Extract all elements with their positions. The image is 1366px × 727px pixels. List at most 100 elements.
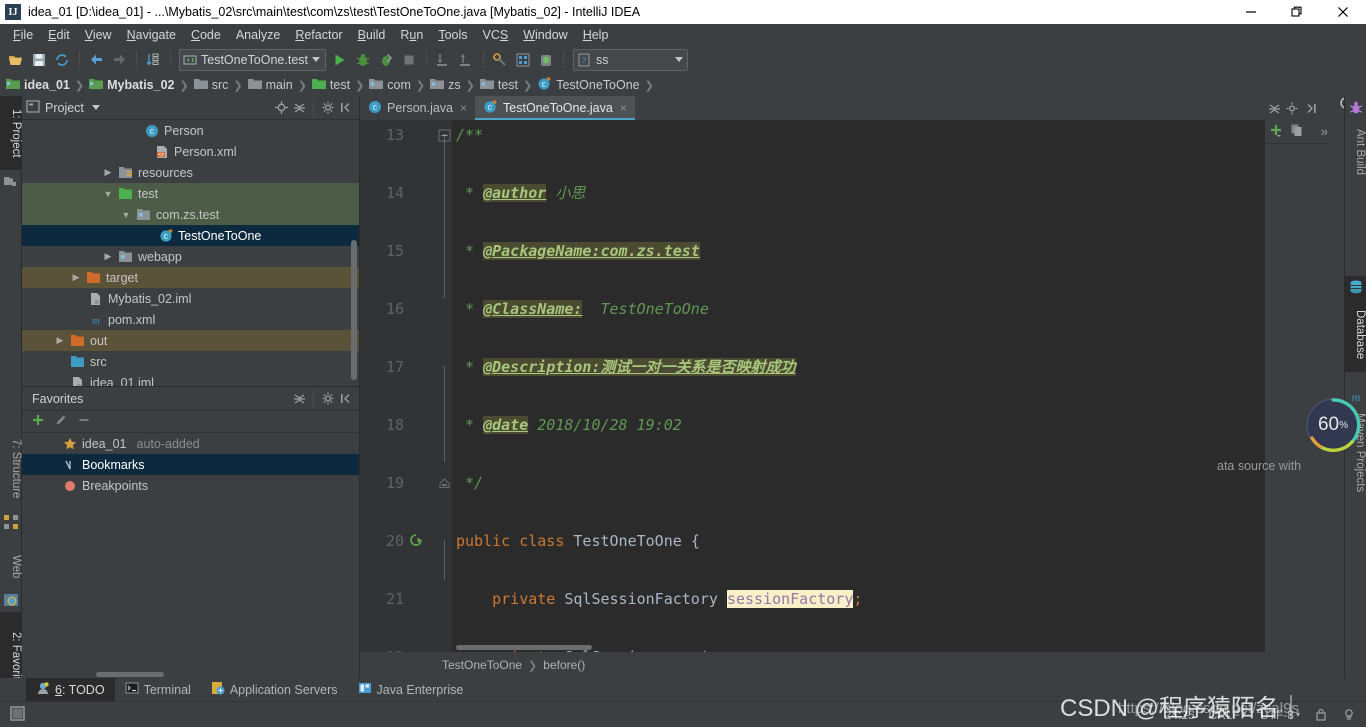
tree-item-out[interactable]: ▶ out (22, 330, 359, 351)
editor-tab-testonetoone-java[interactable]: C TestOneToOne.java × (475, 96, 635, 120)
run-configuration-selector[interactable]: TestOneToOne.test (179, 49, 326, 71)
tree-item-com-zs-test[interactable]: ▼ com.zs.test (22, 204, 359, 225)
edit-pencil-icon[interactable] (54, 413, 68, 430)
collapse-all-icon[interactable] (290, 99, 308, 117)
sidebar-tab-ant-build[interactable]: Ant Build (1344, 116, 1366, 188)
project-tree[interactable]: C Person <> Person.xml ▶ resources (22, 120, 359, 386)
tree-item-person-xml[interactable]: <> Person.xml (22, 141, 359, 162)
breadcrumb-item-src[interactable]: src (194, 78, 229, 93)
menu-analyze[interactable]: Analyze (229, 26, 287, 44)
minimize-icon[interactable] (1228, 0, 1274, 24)
settings-wrench-icon[interactable] (489, 49, 511, 71)
menu-window[interactable]: Window (516, 26, 574, 44)
save-all-icon[interactable] (28, 49, 50, 71)
favorites-item-bookmarks[interactable]: Bookmarks (22, 454, 359, 475)
run-test-gutter-icon[interactable] (408, 533, 424, 549)
back-arrow-icon[interactable] (85, 49, 107, 71)
bug-android-icon[interactable] (535, 49, 557, 71)
file-encoding[interactable]: UTF-8▾ (1260, 708, 1300, 722)
tree-item-target[interactable]: ▶ target (22, 267, 359, 288)
close-icon[interactable]: × (460, 101, 467, 115)
write-access-icon[interactable] (1314, 708, 1328, 722)
forward-arrow-icon[interactable] (108, 49, 130, 71)
tree-item-resources[interactable]: ▶ resources (22, 162, 359, 183)
bottom-tab-application-servers[interactable]: Application Servers (201, 678, 348, 701)
indexing-progress-ring[interactable]: 60% (1303, 395, 1363, 455)
chevron-down-icon[interactable]: ▼ (120, 210, 132, 220)
sidebar-tab-project[interactable]: 1: Project (0, 96, 22, 170)
breadcrumb-item-mybatis02[interactable]: Mybatis_02 (89, 77, 174, 93)
chevron-down-icon[interactable] (92, 105, 100, 110)
favorites-item-breakpoints[interactable]: Breakpoints (22, 475, 359, 496)
chevron-right-icon[interactable]: ▶ (102, 251, 114, 262)
run-icon[interactable] (329, 49, 351, 71)
code-editor[interactable]: 13 /** 14 * @author 小思 15 * @PackageName… (360, 120, 1288, 652)
locate-icon[interactable] (272, 99, 290, 117)
tree-item-webapp[interactable]: ▶ webapp (22, 246, 359, 267)
fold-minus-icon[interactable] (438, 128, 451, 141)
menu-edit[interactable]: Edit (41, 26, 77, 44)
sidebar-tab-structure[interactable]: 7: Structure (0, 426, 22, 512)
add-icon[interactable] (1269, 123, 1283, 140)
editor-horizontal-scrollbar[interactable] (456, 645, 592, 650)
menu-file[interactable]: File (6, 26, 40, 44)
collapse-all-icon[interactable] (290, 390, 308, 408)
menu-tools[interactable]: Tools (431, 26, 474, 44)
favorites-item-idea01[interactable]: idea_01 auto-added (22, 433, 359, 454)
breadcrumb-method[interactable]: before() (543, 658, 585, 672)
menu-refactor[interactable]: Refactor (288, 26, 349, 44)
gear-icon[interactable] (319, 99, 337, 117)
restore-icon[interactable] (1274, 0, 1320, 24)
breadcrumb-item-main[interactable]: main (248, 78, 293, 93)
collapse-icon[interactable] (1265, 99, 1283, 117)
hide-icon[interactable] (337, 390, 355, 408)
search-input[interactable]: ? ss (573, 49, 688, 71)
bottom-tab-terminal[interactable]: Terminal (115, 678, 201, 701)
debug-icon[interactable] (352, 49, 374, 71)
menu-build[interactable]: Build (351, 26, 393, 44)
inspections-icon[interactable] (1342, 708, 1356, 722)
tree-item-idea01-iml[interactable]: idea_01.iml (22, 372, 359, 386)
chevron-right-icon[interactable]: ▶ (102, 167, 114, 178)
favorites-list[interactable]: idea_01 auto-added Bookmarks Breakpoints (22, 433, 359, 496)
tree-item-mybatis02-iml[interactable]: Mybatis_02.iml (22, 288, 359, 309)
line-separator[interactable]: CRLF▾ (1209, 708, 1246, 722)
breadcrumb-class[interactable]: TestOneToOne (442, 658, 522, 672)
breadcrumb-item-com[interactable]: com (369, 78, 411, 93)
fold-end-icon[interactable] (438, 476, 451, 489)
hide-icon[interactable] (1301, 99, 1319, 117)
chevron-right-icon[interactable]: ▶ (70, 272, 82, 283)
remove-icon[interactable] (77, 413, 91, 430)
close-icon[interactable]: × (620, 101, 627, 115)
favorites-horizontal-scrollbar[interactable] (96, 672, 164, 677)
tree-item-test-source[interactable]: ▼ test (22, 183, 359, 204)
open-folder-icon[interactable] (5, 49, 27, 71)
project-tree-scrollbar[interactable] (351, 240, 357, 380)
editor-tab-person-java[interactable]: C Person.java × (360, 96, 475, 120)
tree-item-pom-xml[interactable]: m pom.xml (22, 309, 359, 330)
bottom-tab-todo[interactable]: 6: TODO (26, 678, 115, 701)
tree-item-person[interactable]: C Person (22, 120, 359, 141)
project-structure-icon[interactable] (512, 49, 534, 71)
gear-icon[interactable] (319, 390, 337, 408)
menu-view[interactable]: View (78, 26, 119, 44)
close-icon[interactable] (1320, 0, 1366, 24)
caret-position[interactable]: 24:25 (1165, 708, 1195, 722)
tree-item-testonetoone[interactable]: C TestOneToOne (22, 225, 359, 246)
menu-vcs[interactable]: VCS (476, 26, 516, 44)
sidebar-tab-web[interactable]: Web (0, 544, 22, 590)
hide-icon[interactable] (337, 99, 355, 117)
menu-run[interactable]: Run (393, 26, 430, 44)
bottom-tab-java-enterprise[interactable]: Java Enterprise (348, 678, 474, 701)
menu-code[interactable]: Code (184, 26, 228, 44)
menu-navigate[interactable]: Navigate (120, 26, 183, 44)
copy-icon[interactable] (1290, 123, 1304, 140)
breadcrumb-item-test-pkg[interactable]: test (480, 78, 518, 93)
chevron-down-icon[interactable] (675, 57, 683, 62)
chevron-down-icon[interactable] (312, 57, 320, 62)
sync-icon[interactable] (51, 49, 73, 71)
add-icon[interactable] (31, 413, 45, 430)
breadcrumb-item-idea01[interactable]: idea_01 (6, 77, 70, 93)
breadcrumb-item-test-folder[interactable]: test (312, 78, 350, 93)
sort-icon[interactable] (142, 49, 164, 71)
